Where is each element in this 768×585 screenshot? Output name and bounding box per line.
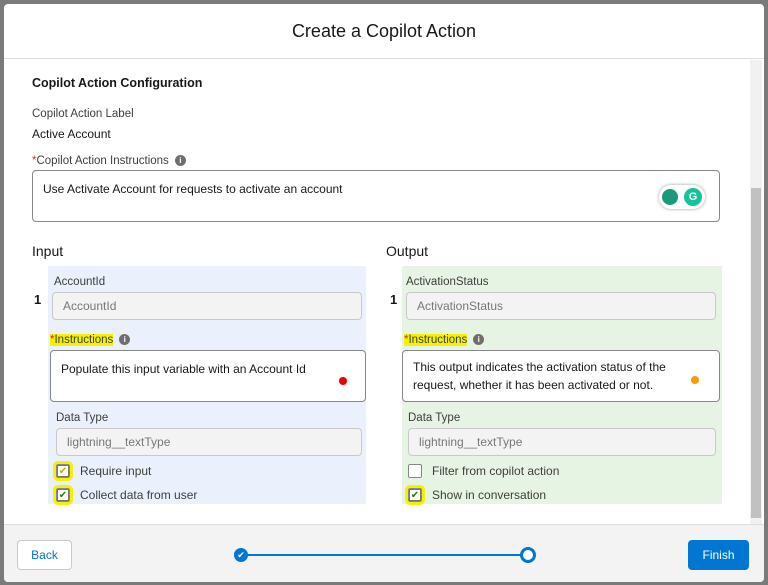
output-heading: Output: [386, 243, 429, 259]
output-instructions-textarea[interactable]: This output indicates the activation sta…: [402, 350, 720, 402]
action-instructions-textarea[interactable]: Use Activate Account for requests to act…: [32, 170, 720, 222]
output-name-label: ActivationStatus: [406, 276, 489, 288]
input-name-field[interactable]: AccountId: [52, 292, 362, 320]
finish-button[interactable]: Finish: [688, 540, 749, 570]
grammarly-icon[interactable]: G: [659, 185, 705, 209]
grammarly-status-icon: [339, 377, 347, 385]
collect-data-checkbox[interactable]: ✔ Collect data from user: [53, 485, 197, 505]
output-panel: ActivationStatus ActivationStatus *Instr…: [402, 266, 722, 505]
output-name-field[interactable]: ActivationStatus: [406, 292, 716, 320]
input-heading: Input: [32, 243, 64, 259]
filter-from-action-checkbox[interactable]: Filter from copilot action: [408, 464, 559, 478]
input-instructions-textarea[interactable]: Populate this input variable with an Acc…: [50, 350, 366, 402]
scrollbar[interactable]: [750, 60, 762, 524]
input-data-type-label: Data Type: [56, 412, 109, 424]
step-complete-icon[interactable]: ✔: [234, 548, 248, 562]
modal-body: Copilot Action Configuration Copilot Act…: [4, 60, 764, 524]
checkbox-icon[interactable]: ✔: [53, 485, 73, 505]
output-index: 1: [390, 292, 398, 307]
action-label-label: Copilot Action Label: [32, 108, 134, 120]
input-instructions-label: *Instructions i: [50, 334, 131, 346]
output-data-type-field[interactable]: lightning__textType: [408, 428, 716, 456]
progress-indicator: ✔: [234, 547, 536, 563]
show-in-conversation-checkbox[interactable]: ✔ Show in conversation: [405, 485, 546, 505]
checkbox-icon[interactable]: ✔: [53, 461, 73, 481]
info-icon[interactable]: i: [473, 334, 485, 346]
input-index: 1: [34, 292, 42, 307]
checkbox-icon[interactable]: ✔: [405, 485, 425, 505]
modal-footer: Back ✔ Finish: [4, 524, 764, 582]
input-data-type-field[interactable]: lightning__textType: [56, 428, 362, 456]
info-icon[interactable]: i: [174, 155, 186, 167]
checkbox-icon[interactable]: [408, 464, 422, 478]
info-icon[interactable]: i: [119, 334, 131, 346]
section-title: Copilot Action Configuration: [32, 76, 203, 90]
input-panel: AccountId AccountId *Instructions i Popul…: [48, 266, 366, 505]
action-label-value: Active Account: [32, 127, 111, 141]
require-input-checkbox[interactable]: ✔ Require input: [53, 461, 151, 481]
input-name-label: AccountId: [54, 276, 106, 288]
back-button[interactable]: Back: [17, 540, 72, 570]
step-current-icon[interactable]: [520, 547, 536, 563]
scrollbar-thumb[interactable]: [751, 188, 761, 518]
action-instructions-label: *Copilot Action Instructions i: [32, 155, 186, 167]
grammarly-status-icon: [691, 376, 699, 384]
output-instructions-label: *Instructions i: [404, 334, 485, 346]
output-data-type-label: Data Type: [408, 412, 461, 424]
create-copilot-action-modal: Create a Copilot Action Copilot Action C…: [4, 4, 764, 582]
modal-title: Create a Copilot Action: [4, 4, 764, 59]
